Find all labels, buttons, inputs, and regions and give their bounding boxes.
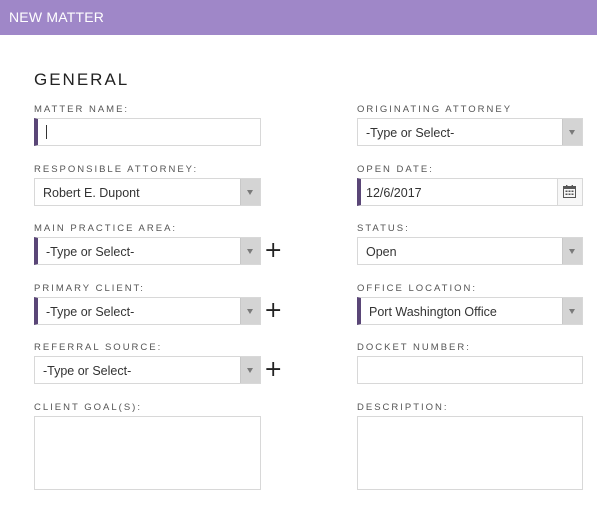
client-goals-label: CLIENT GOAL(S): [34, 402, 142, 413]
status-label: STATUS: [357, 223, 410, 234]
originating-attorney-label: ORIGINATING ATTORNEY [357, 104, 513, 115]
section-title: GENERAL [34, 70, 130, 89]
docket-number-label: DOCKET NUMBER: [357, 342, 471, 353]
chevron-down-icon[interactable] [562, 298, 582, 324]
status-select[interactable]: Open [357, 237, 583, 265]
chevron-down-icon[interactable] [240, 179, 260, 205]
referral-source-select[interactable]: -Type or Select- [34, 356, 261, 384]
open-date-input[interactable]: 12/6/2017 [357, 178, 583, 206]
referral-source-label: REFERRAL SOURCE: [34, 342, 163, 353]
originating-attorney-value: -Type or Select- [366, 126, 455, 140]
open-date-label: OPEN DATE: [357, 164, 434, 175]
add-referral-source-icon[interactable]: + [264, 359, 282, 381]
docket-number-input[interactable] [357, 356, 583, 384]
chevron-down-icon[interactable] [240, 357, 260, 383]
window-title: NEW MATTER [0, 0, 597, 35]
chevron-down-icon[interactable] [562, 238, 582, 264]
client-goals-textarea[interactable] [34, 416, 261, 490]
responsible-attorney-select[interactable]: Robert E. Dupont [34, 178, 261, 206]
status-value: Open [366, 245, 397, 259]
primary-client-label: PRIMARY CLIENT: [34, 283, 145, 294]
calendar-icon[interactable] [557, 179, 582, 205]
office-location-label: OFFICE LOCATION: [357, 283, 477, 294]
main-practice-area-value: -Type or Select- [46, 245, 135, 259]
description-label: DESCRIPTION: [357, 402, 449, 413]
office-location-select[interactable]: Port Washington Office [357, 297, 583, 325]
chevron-down-icon[interactable] [240, 238, 260, 264]
add-practice-area-icon[interactable]: + [264, 240, 282, 262]
originating-attorney-select[interactable]: -Type or Select- [357, 118, 583, 146]
referral-source-value: -Type or Select- [43, 364, 132, 378]
responsible-attorney-value: Robert E. Dupont [43, 186, 140, 200]
text-cursor [46, 125, 47, 139]
matter-name-input[interactable] [34, 118, 261, 146]
responsible-attorney-label: RESPONSIBLE ATTORNEY: [34, 164, 199, 175]
main-practice-area-label: MAIN PRACTICE AREA: [34, 223, 178, 234]
chevron-down-icon[interactable] [240, 298, 260, 324]
add-primary-client-icon[interactable]: + [264, 300, 282, 322]
matter-name-label: MATTER NAME: [34, 104, 130, 115]
office-location-value: Port Washington Office [369, 305, 497, 319]
description-textarea[interactable] [357, 416, 583, 490]
main-practice-area-select[interactable]: -Type or Select- [34, 237, 261, 265]
chevron-down-icon[interactable] [562, 119, 582, 145]
open-date-value: 12/6/2017 [366, 186, 422, 200]
primary-client-value: -Type or Select- [46, 305, 135, 319]
primary-client-select[interactable]: -Type or Select- [34, 297, 261, 325]
